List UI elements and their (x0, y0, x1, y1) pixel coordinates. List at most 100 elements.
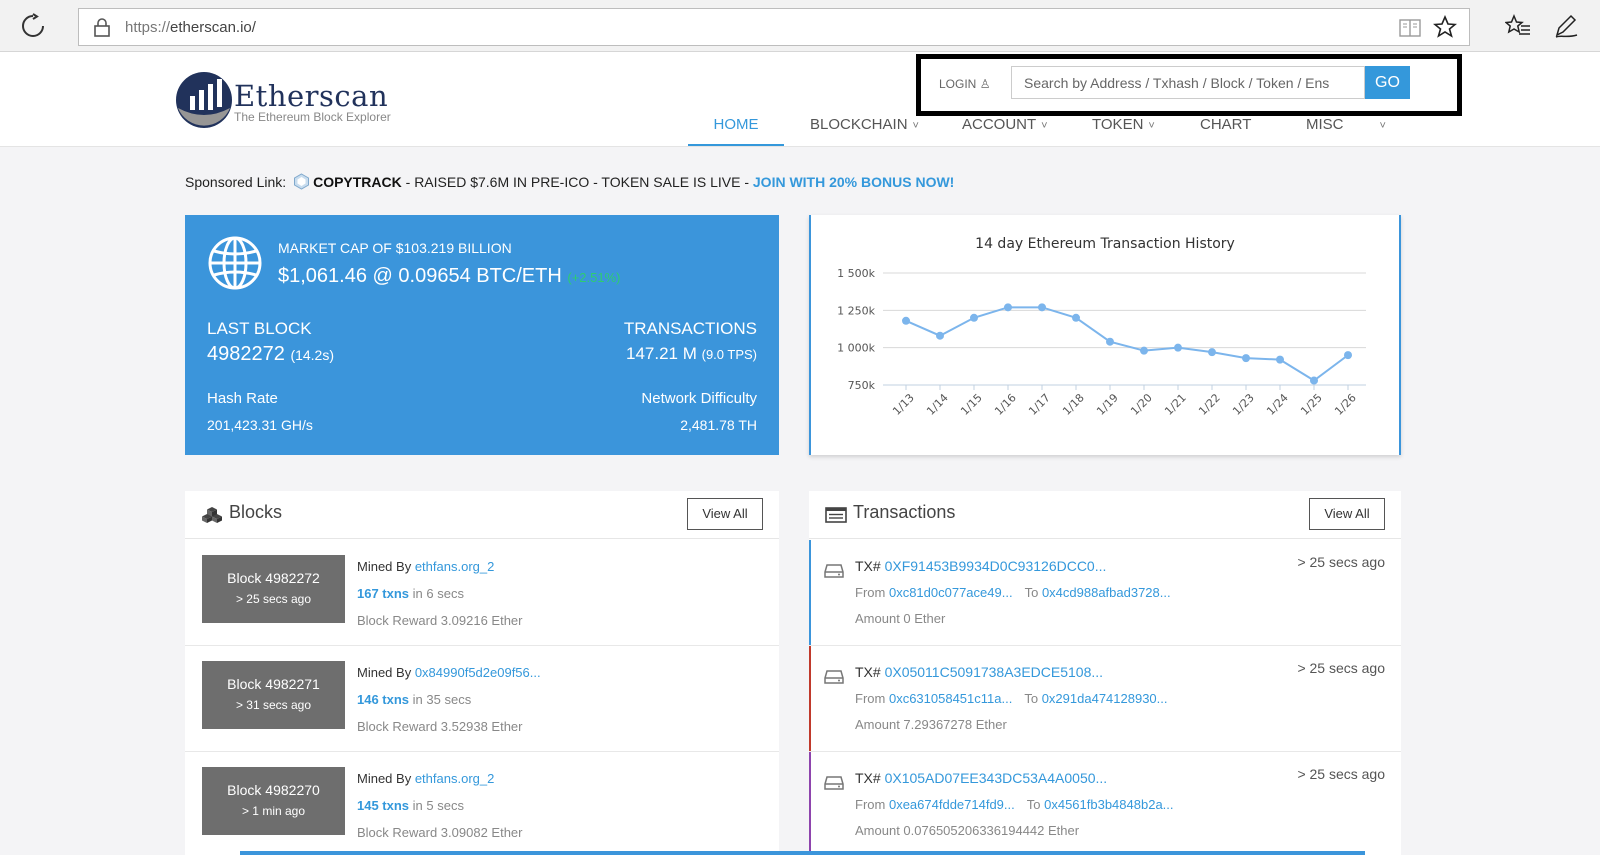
nav-token[interactable]: TOKEN ˅ (1092, 116, 1155, 133)
x-tick-label: 1/21 (1162, 391, 1189, 418)
to-address-link[interactable]: 0x4cd988afbad3728... (1042, 585, 1171, 600)
tx-age: > 25 secs ago (1297, 554, 1385, 570)
data-point (970, 313, 978, 322)
block-info: Mined By 0x84990f5d2e09f56... 146 txns i… (357, 665, 541, 734)
reading-view-icon[interactable] (1399, 18, 1421, 38)
transaction-row: TX# 0X05011C5091738A3EDCE5108... From 0x… (809, 646, 1401, 752)
logo-title[interactable]: Etherscan (234, 79, 388, 113)
nav-blockchain[interactable]: BLOCKCHAIN ˅ (810, 116, 919, 133)
ether-price: $1,061.46 @ 0.09654 BTC/ETH (+2.51%) (278, 265, 621, 287)
tx-hash-link[interactable]: 0XF91453B9934D0C93126DCC0... (885, 558, 1107, 574)
from-address-link[interactable]: 0xea674fdde714fd9... (889, 797, 1015, 812)
tx-hash-link[interactable]: 0X05011C5091738A3EDCE5108... (885, 664, 1103, 680)
block-row: Block 4982271 > 31 secs ago Mined By 0x84… (185, 646, 779, 752)
refresh-icon[interactable] (20, 13, 46, 39)
user-icon: ♙ (979, 77, 991, 91)
miner-link[interactable]: ethfans.org_2 (415, 771, 495, 786)
tx-age: > 25 secs ago (1297, 766, 1385, 782)
miner-link[interactable]: ethfans.org_2 (415, 559, 495, 574)
transaction-info: TX# 0XF91453B9934D0C93126DCC0... From 0x… (855, 558, 1171, 626)
x-tick-label: 1/15 (958, 391, 985, 418)
from-address-link[interactable]: 0xc81d0c077ace49... (889, 585, 1013, 600)
y-tick-label: 1 500k (837, 267, 875, 280)
login-link[interactable]: LOGIN ♙ (939, 77, 990, 91)
favorite-star-icon[interactable] (1433, 15, 1457, 39)
to-address-link[interactable]: 0x4561fb3b4848b2a... (1044, 797, 1173, 812)
txns-link[interactable]: 167 txns (357, 586, 409, 601)
x-tick-label: 1/26 (1332, 391, 1359, 418)
list-icon (825, 507, 847, 523)
row-accent-bar (809, 540, 811, 645)
y-tick-label: 750k (848, 379, 876, 392)
go-button[interactable]: GO (1365, 66, 1410, 99)
hash-rate-label: Hash Rate (207, 390, 278, 407)
tx-age: > 25 secs ago (1297, 660, 1385, 676)
bottom-accent-strip (240, 851, 1365, 855)
x-tick-label: 1/13 (890, 391, 917, 418)
x-tick-label: 1/22 (1196, 391, 1223, 418)
transactions-panel-header: Transactions View All (809, 491, 1401, 539)
sponsored-link[interactable]: Sponsored Link: COPYTRACK - RAISED $7.6M… (185, 173, 954, 190)
transactions-value[interactable]: 147.21 M (9.0 TPS) (626, 344, 757, 364)
y-tick-label: 1 250k (837, 304, 875, 317)
block-badge[interactable]: Block 4982272 > 25 secs ago (202, 555, 345, 623)
tx-hash-link[interactable]: 0X105AD07EE343DC53A4A0050... (885, 770, 1108, 786)
nav-misc[interactable]: MISC ˅ (1306, 116, 1386, 133)
nav-chart[interactable]: CHART (1200, 116, 1251, 133)
lock-icon (94, 18, 110, 37)
block-badge[interactable]: Block 4982270 > 1 min ago (202, 767, 345, 835)
txns-link[interactable]: 145 txns (357, 798, 409, 813)
chevron-down-icon: ˅ (1379, 120, 1386, 132)
browser-toolbar: https://etherscan.io/ (0, 0, 1600, 52)
copytrack-logo-icon (294, 173, 310, 190)
favorites-list-icon[interactable] (1505, 14, 1531, 38)
hdd-icon (824, 670, 844, 684)
web-note-pen-icon[interactable] (1553, 13, 1579, 39)
chart-title: 14 day Ethereum Transaction History (975, 236, 1235, 252)
transactions-panel: Transactions View All TX# 0XF91453B9934D… (809, 491, 1401, 855)
block-row: Block 4982272 > 25 secs ago Mined By ethf… (185, 540, 779, 646)
globe-icon (208, 236, 262, 290)
to-address-link[interactable]: 0x291da474128930... (1042, 691, 1168, 706)
from-address-link[interactable]: 0xc631058451c11a... (889, 691, 1012, 706)
market-cap: MARKET CAP OF $103.219 BILLION (278, 240, 512, 256)
block-badge[interactable]: Block 4982271 > 31 secs ago (202, 661, 345, 729)
etherscan-logo-icon[interactable] (174, 70, 234, 130)
blocks-view-all-button[interactable]: View All (687, 498, 763, 530)
site-header: Etherscan The Ethereum Block Explorer LO… (0, 52, 1600, 147)
nav-home[interactable]: HOME (688, 116, 784, 146)
row-accent-bar (809, 752, 811, 855)
data-point (936, 331, 944, 340)
x-tick-label: 1/23 (1230, 391, 1257, 418)
chart-svg: 14 day Ethereum Transaction History 750k 1… (837, 236, 1366, 418)
y-tick-label: 1 000k (837, 342, 875, 355)
transactions-title: Transactions (853, 502, 956, 522)
txns-link[interactable]: 146 txns (357, 692, 409, 707)
miner-link[interactable]: 0x84990f5d2e09f56... (415, 665, 541, 680)
transactions-view-all-button[interactable]: View All (1309, 498, 1385, 530)
x-tick-label: 1/17 (1026, 391, 1053, 418)
address-bar[interactable]: https://etherscan.io/ (78, 8, 1470, 46)
x-tick-label: 1/19 (1094, 391, 1121, 418)
last-block-label: LAST BLOCK (207, 319, 312, 338)
data-point (1072, 313, 1080, 322)
search-input[interactable]: Search by Address / Txhash / Block / Tok… (1011, 66, 1365, 99)
hash-rate-value: 201,423.31 GH/s (207, 417, 313, 433)
last-block-value[interactable]: 4982272 (14.2s) (207, 343, 334, 366)
data-point (902, 316, 910, 325)
blocks-panel: Blocks View All Block 4982272 > 25 secs a… (185, 491, 779, 855)
data-point (1038, 303, 1046, 312)
x-tick-label: 1/24 (1264, 391, 1291, 418)
data-point (1310, 376, 1318, 385)
data-point (1174, 343, 1182, 352)
block-info: Mined By ethfans.org_2 167 txns in 6 sec… (357, 559, 523, 628)
x-tick-label: 1/18 (1060, 391, 1087, 418)
data-point (1140, 346, 1148, 355)
x-tick-label: 1/16 (992, 391, 1019, 418)
logo-subtitle: The Ethereum Block Explorer (234, 110, 391, 124)
transaction-info: TX# 0X105AD07EE343DC53A4A0050... From 0x… (855, 770, 1174, 838)
data-point (1276, 355, 1284, 364)
transaction-row: TX# 0X105AD07EE343DC53A4A0050... From 0x… (809, 752, 1401, 855)
transaction-info: TX# 0X05011C5091738A3EDCE5108... From 0x… (855, 664, 1168, 732)
nav-account[interactable]: ACCOUNT ˅ (962, 116, 1048, 133)
